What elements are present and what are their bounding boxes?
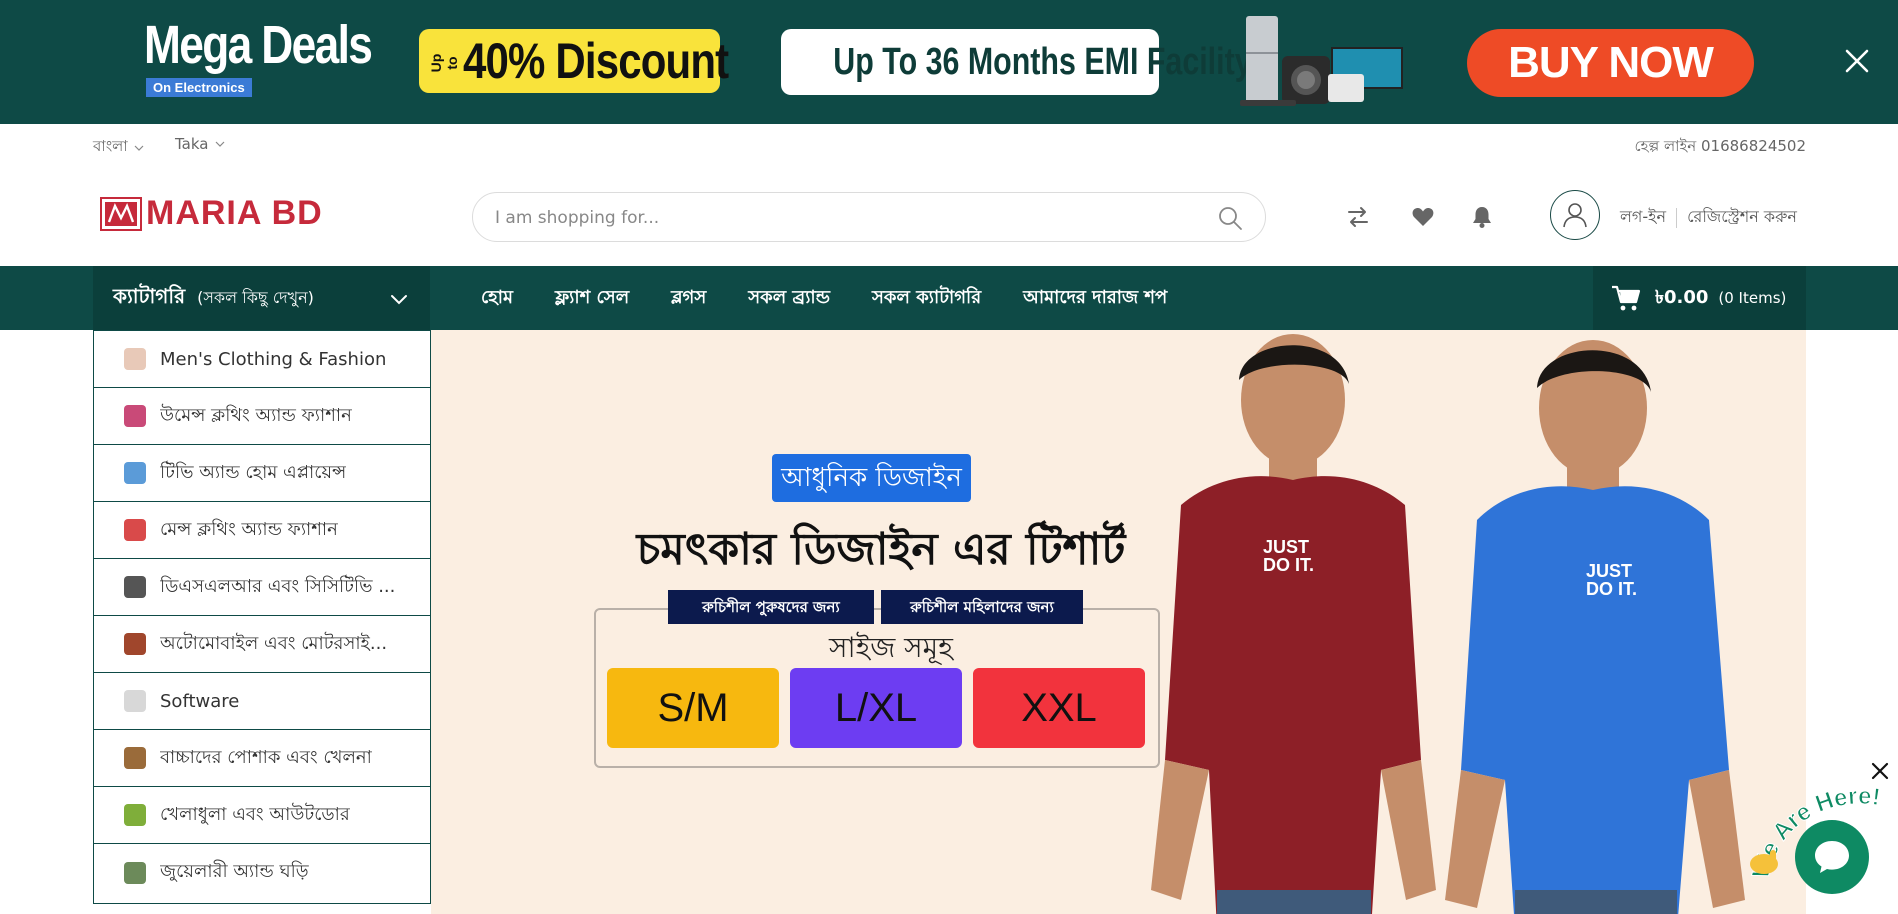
dress-icon <box>124 519 146 541</box>
search-input[interactable] <box>495 205 1175 231</box>
category-item-mens-clothing[interactable]: Men's Clothing & Fashion <box>94 331 430 388</box>
model-blue-shirt-image <box>1445 340 1745 914</box>
category-label: অটোমোবাইল এবং মোটরসাই... <box>160 632 388 654</box>
nav-link-flash-sale[interactable]: ফ্ল্যাশ সেল <box>555 283 629 314</box>
cart-button[interactable]: ৳0.00 (0 Items) <box>1593 266 1806 330</box>
size-badge-xxl: XXL <box>973 668 1145 748</box>
search-bar <box>472 192 1266 242</box>
nav-links: হোম ফ্ল্যাশ সেল ব্লগস সকল ব্র্যান্ড সকল … <box>481 266 1167 330</box>
helpline-text: হেল্প লাইন 01686824502 <box>1634 137 1806 155</box>
user-icon <box>1563 203 1587 228</box>
auth-links: লগ-ইন রেজিস্ট্রেশন করুন <box>1620 204 1797 231</box>
category-sidebar: Men's Clothing & Fashion উমেন্স ক্লথিং অ… <box>93 330 431 904</box>
size-badge-sm: S/M <box>607 668 779 748</box>
hero-sub-women: রুচিশীল মহিলাদের জন্য <box>881 590 1083 624</box>
category-item-mens-fashion[interactable]: মেন্স ক্লথিং অ্যান্ড ফ্যাশান <box>94 502 430 559</box>
category-label: মেন্স ক্লথিং অ্যান্ড ফ্যাশান <box>160 518 338 540</box>
promo-subtitle: On Electronics <box>146 78 252 97</box>
avatar[interactable] <box>1550 190 1600 240</box>
category-label: জুয়েলারী অ্যান্ড ঘড়ি <box>160 861 309 882</box>
category-menu-button[interactable]: ক্যাটাগরি (সকল কিছু দেখুন) <box>93 266 430 330</box>
nav-link-all-categories[interactable]: সকল ক্যাটাগরি <box>872 283 981 314</box>
cart-icon <box>1612 285 1641 311</box>
promo-banner[interactable]: Mega Deals On Electronics Up to 40% Disc… <box>0 0 1898 124</box>
category-label: Men's Clothing & Fashion <box>160 348 387 370</box>
hero-sub-men: রুচিশীল পুরুষদের জন্য <box>668 590 874 624</box>
nav-link-home[interactable]: হোম <box>481 283 513 314</box>
nav-link-daraz-shop[interactable]: আমাদের দারাজ শপ <box>1023 283 1167 314</box>
blue-shirt-print: JUST DO IT. <box>1586 561 1638 599</box>
category-item-software[interactable]: Software <box>94 673 430 730</box>
toy-icon <box>124 747 146 769</box>
camera-icon <box>124 576 146 598</box>
compare-icon[interactable] <box>1345 204 1371 230</box>
nav-link-blogs[interactable]: ব্লগস <box>671 283 706 314</box>
site-header: MARIA BD লগ-ইন রেজিস্ট্রেশন করুন <box>0 164 1898 266</box>
sports-icon <box>124 804 146 826</box>
category-item-jewelry-watch[interactable]: জুয়েলারী অ্যান্ড ঘড়ি <box>94 844 430 901</box>
emi-text: Up To 36 Months EMI Facility <box>833 41 1252 83</box>
search-icon[interactable] <box>1217 205 1243 231</box>
chevron-down-icon <box>215 141 224 147</box>
category-label: উমেন্স ক্লথিং অ্যান্ড ফ্যাশান <box>160 404 352 426</box>
chevron-down-icon <box>391 295 407 305</box>
discount-badge: Up to 40% Discount <box>419 29 729 93</box>
buy-now-button[interactable]: BUY NOW <box>1467 29 1754 97</box>
close-icon[interactable] <box>1840 44 1874 78</box>
clothing-icon <box>124 348 146 370</box>
category-item-dslr-cctv[interactable]: ডিএসএলআর এবং সিসিটিভি ... <box>94 559 430 616</box>
tv-icon <box>124 462 146 484</box>
size-badge-lxl: L/XL <box>790 668 962 748</box>
category-label: খেলাধুলা এবং আউটডোর <box>160 803 350 825</box>
close-chat-icon[interactable] <box>1869 760 1891 782</box>
login-link[interactable]: লগ-ইন <box>1620 204 1666 231</box>
language-label: বাংলা <box>93 137 128 155</box>
emi-badge: Up To 36 Months EMI Facility <box>781 29 1252 95</box>
register-link[interactable]: রেজিস্ট্রেশন করুন <box>1687 204 1797 231</box>
category-label: বাচ্চাদের পোশাক এবং খেলনা <box>160 746 372 768</box>
category-item-tv-home-appliance[interactable]: টিভি অ্যান্ড হোম এপ্লায়েন্স <box>94 445 430 502</box>
maroon-shirt-print: JUST DO IT. <box>1263 537 1315 575</box>
currency-label: Taka <box>175 135 209 153</box>
logo-mark-icon <box>100 196 142 231</box>
category-item-automobile[interactable]: অটোমোবাইল এবং মোটরসাই... <box>94 616 430 673</box>
category-title: ক্যাটাগরি <box>113 283 186 308</box>
main-nav: ক্যাটাগরি (সকল কিছু দেখুন) হোম ফ্ল্যাশ স… <box>0 266 1898 330</box>
hero-headline: চমৎকার ডিজাইন এর টিশার্ট <box>636 524 1126 575</box>
top-bar: বাংলা Taka হেল্প লাইন 01686824502 <box>0 124 1898 164</box>
promo-title: Mega Deals <box>144 15 373 75</box>
bell-icon[interactable] <box>1469 204 1495 230</box>
cart-amount: ৳0.00 <box>1655 286 1709 308</box>
divider <box>1676 207 1678 228</box>
site-logo[interactable]: MARIA BD <box>100 194 323 233</box>
cart-item-count: (0 Items) <box>1718 289 1787 307</box>
chevron-down-icon <box>134 145 144 151</box>
womens-clothing-icon <box>124 405 146 427</box>
discount-text: 40% Discount <box>463 33 729 89</box>
category-label: ডিএসএলআর এবং সিসিটিভি ... <box>160 575 396 597</box>
model-maroon-shirt-image <box>1151 334 1436 914</box>
appliances-image <box>1240 16 1403 106</box>
motorbike-icon <box>124 633 146 655</box>
heart-icon[interactable] <box>1410 204 1436 230</box>
category-item-kids-toys[interactable]: বাচ্চাদের পোশাক এবং খেলনা <box>94 730 430 787</box>
chat-button[interactable] <box>1795 820 1869 894</box>
category-subtitle: (সকল কিছু দেখুন) <box>197 287 314 307</box>
category-item-womens-clothing[interactable]: উমেন্স ক্লথিং অ্যান্ড ফ্যাশান <box>94 388 430 445</box>
chat-bubble-icon <box>1815 841 1849 873</box>
logo-text: MARIA BD <box>146 194 323 232</box>
currency-selector[interactable]: Taka <box>175 135 226 153</box>
size-title: সাইজ সমূহ <box>829 631 953 664</box>
language-selector[interactable]: বাংলা <box>93 135 145 160</box>
jewelry-icon <box>124 861 146 884</box>
software-icon <box>124 690 146 712</box>
hero-tag: আধুনিক ডিজাইন <box>772 454 971 502</box>
hero-banner[interactable]: আধুনিক ডিজাইন চমৎকার ডিজাইন এর টিশার্ট র… <box>431 330 1806 914</box>
category-item-sports-outdoor[interactable]: খেলাধুলা এবং আউটডোর <box>94 787 430 844</box>
discount-prefix: Up to <box>428 53 460 73</box>
nav-link-all-brands[interactable]: সকল ব্র্যান্ড <box>748 283 830 314</box>
category-label: টিভি অ্যান্ড হোম এপ্লায়েন্স <box>160 461 347 483</box>
category-label: Software <box>160 690 240 712</box>
